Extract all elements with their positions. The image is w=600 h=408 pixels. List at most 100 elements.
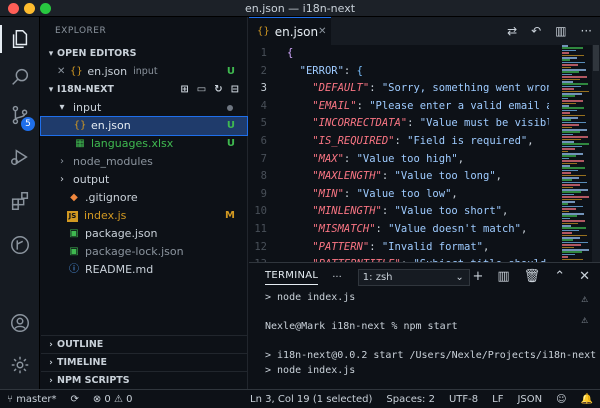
go-back-icon[interactable]: ↶ [531,24,541,38]
terminal-line: > node index.js [265,364,356,376]
problems-indicator[interactable]: ⊗ 0 ⚠ 0 [86,394,140,405]
code-line[interactable]: 11 "MISMATCH": "Value doesn't match", [249,221,549,239]
chevron-right-icon: › [60,156,64,167]
code-text: "MAXLENGTH": "Value too long", [312,170,502,183]
new-terminal-icon[interactable]: + [472,269,483,284]
tree-item-label: package.json [85,227,158,240]
split-terminal-icon[interactable]: ▥ [497,269,509,284]
tab-terminal[interactable]: TERMINAL [265,270,319,285]
tab-en-json[interactable]: {} en.json ✕ [249,17,331,45]
tree-file-en-json[interactable]: {} en.json U [40,116,248,136]
code-line[interactable]: 10 "MINLENGTH": "Value too short", [249,203,549,221]
tree-file-gitignore[interactable]: ◆ .gitignore [41,189,247,207]
tree-file-package-lock-json[interactable]: ▣ package-lock.json [41,243,247,261]
line-number: 4 [260,99,267,112]
feedback-icon[interactable]: ☺ [549,394,573,405]
sidebar-title: EXPLORER [55,26,107,36]
tree-folder-input[interactable]: ▾ input [41,99,247,117]
new-folder-icon[interactable]: ▭ [197,81,206,99]
close-icon[interactable]: ✕ [57,63,65,81]
git-graph-icon[interactable] [0,227,40,263]
encoding[interactable]: UTF-8 [442,394,485,405]
kill-terminal-icon[interactable]: 🗑 [524,269,541,284]
open-changes-icon[interactable]: ⇄ [507,24,517,38]
npm-scripts-section[interactable]: › NPM SCRIPTS [41,371,248,389]
modified-status: M [225,210,235,221]
new-file-icon[interactable]: ⊞ [180,81,188,99]
tree-item-label: .gitignore [85,191,138,204]
outline-section[interactable]: › OUTLINE [41,335,248,353]
maximize-panel-icon[interactable]: ⌃ [554,269,565,284]
indentation[interactable]: Spaces: 2 [379,394,442,405]
editor-tab-bar: {} en.json ✕ ⇄ ↶ ▥ ··· [249,17,600,45]
line-number: 1 [260,47,267,59]
code-text: "MINLENGTH": "Value too short", [312,205,509,218]
search-icon[interactable] [0,59,40,95]
code-line[interactable]: 8 "MAXLENGTH": "Value too long", [249,168,549,186]
close-tab-icon[interactable]: ✕ [318,26,326,37]
section-label: TIMELINE [57,356,107,368]
open-editor-item[interactable]: ✕ {} en.json input U [41,63,247,81]
branch-indicator[interactable]: ⑂ master* [0,394,63,405]
code-line[interactable]: 1{ [249,45,549,63]
line-ending[interactable]: LF [485,394,510,405]
chevron-down-icon: ▾ [59,102,65,113]
split-editor-icon[interactable]: ▥ [555,24,566,38]
code-line[interactable]: 12 "PATTERN": "Invalid format", [249,239,549,257]
code-text: "MISMATCH": "Value doesn't match", [312,222,528,235]
tree-folder-output[interactable]: › output [41,171,247,189]
code-line[interactable]: 3 "DEFAULT": "Sorry, something went wron… [249,80,549,98]
language-mode[interactable]: JSON [510,394,549,405]
terminal-select[interactable]: 1: zsh ⌄ [357,268,470,286]
code-text: "IS_REQUIRED": "Field is required", [312,134,534,147]
json-file-icon: {} [73,120,87,131]
tree-file-languages-xlsx[interactable]: ▦ languages.xlsx U [41,135,247,153]
npm-file-icon: ▣ [69,246,79,257]
close-panel-icon[interactable]: ✕ [579,269,590,284]
warning-count: 0 [126,393,133,405]
settings-gear-icon[interactable] [0,347,40,383]
timeline-section[interactable]: › TIMELINE [41,353,248,371]
project-header[interactable]: ▾ I18N-NEXT ⊞ ▭ ↻ ⊟ [41,81,247,99]
extensions-icon[interactable] [0,183,40,219]
code-line[interactable]: 2 "ERROR": { [249,63,549,81]
code-line[interactable]: 5 "INCORRECTDATA": "Value must be visibl… [249,115,549,133]
source-control-icon[interactable]: 5 [0,97,40,133]
tree-file-index-js[interactable]: JS index.js M [41,207,247,225]
sync-icon[interactable]: ⟳ [63,394,85,405]
cursor-position[interactable]: Ln 3, Col 19 (1 selected) [243,394,379,405]
run-debug-icon[interactable] [0,139,40,175]
code-editor[interactable]: 1{2 "ERROR": {3 "DEFAULT": "Sorry, somet… [249,45,549,262]
section-label: NPM SCRIPTS [57,374,130,386]
explorer-icon[interactable] [0,21,40,57]
tree-file-readme-md[interactable]: ⓘ README.md [41,261,247,279]
code-line[interactable]: 7 "MAX": "Value too high", [249,151,549,169]
scrollbar-thumb[interactable] [593,45,599,71]
open-editors-header[interactable]: ▾ OPEN EDITORS [41,45,247,63]
code-text: "DEFAULT": "Sorry, something went wrong" [312,82,549,95]
more-actions-icon[interactable]: ··· [581,24,592,38]
open-editor-dir: input [133,66,158,77]
notifications-icon[interactable]: 🔔 [574,394,600,405]
tree-item-label: en.json [91,119,131,132]
minimap[interactable] [558,45,592,262]
modified-dot-icon [227,105,233,111]
line-number: 2 [260,64,267,77]
refresh-icon[interactable]: ↻ [214,81,222,99]
warning-icon: ⚠ [581,292,588,305]
code-line[interactable]: 9 "MIN": "Value too low", [249,186,549,204]
collapse-all-icon[interactable]: ⊟ [231,81,239,99]
tree-item-label: output [73,173,110,186]
git-file-icon: ◆ [70,192,78,203]
code-line[interactable]: 4 "EMAIL": "Please enter a valid email a [249,98,549,116]
tree-folder-node-modules[interactable]: › node_modules [41,153,247,171]
more-views-icon[interactable]: ··· [332,272,342,283]
tree-file-package-json[interactable]: ▣ package.json [41,225,247,243]
code-line[interactable]: 6 "IS_REQUIRED": "Field is required", [249,133,549,151]
terminal-panel: TERMINAL ··· 1: zsh ⌄ + ▥ 🗑 ⌃ ✕ ⚠ ⚠ > no… [249,262,600,406]
account-icon[interactable] [0,305,40,341]
spreadsheet-file-icon: ▦ [75,138,85,149]
editor-scrollbar[interactable] [592,45,600,262]
